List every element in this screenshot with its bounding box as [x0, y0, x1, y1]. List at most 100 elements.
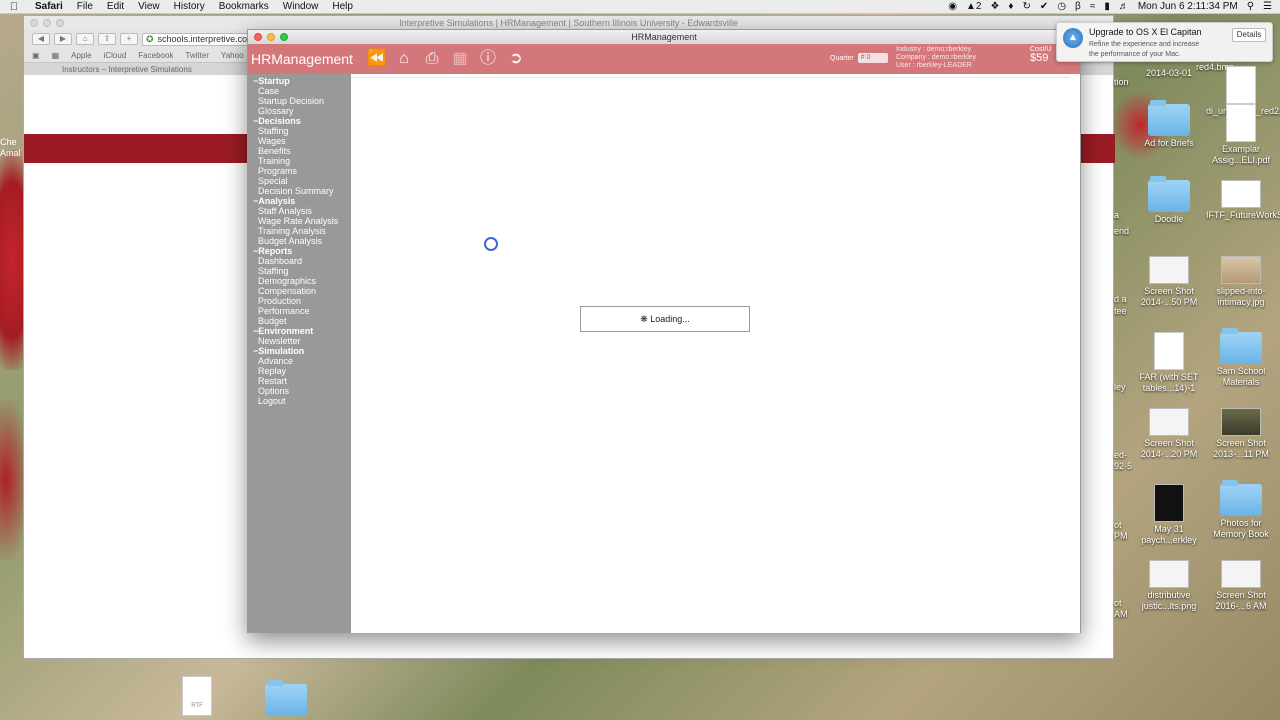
print-icon[interactable]: ⎙	[423, 50, 441, 68]
menu-window[interactable]: Window	[276, 1, 326, 12]
sidebar-group[interactable]: −Reports	[248, 246, 351, 256]
sidebar-group[interactable]: −Startup	[248, 76, 351, 86]
reading-list-icon[interactable]: ▣	[32, 51, 40, 60]
sidebar-item[interactable]: Advance	[248, 356, 351, 366]
fav-facebook[interactable]: Facebook	[138, 51, 173, 60]
rewind-icon[interactable]: ⏪	[367, 50, 387, 68]
desktop-icon[interactable]: Screen Shot 2016-...6 AM	[1206, 560, 1276, 612]
forward-icon[interactable]: ▶	[54, 33, 72, 45]
record-icon[interactable]: ◉	[948, 1, 957, 12]
check-icon[interactable]: ✔	[1040, 1, 1048, 12]
evernote-icon[interactable]: ♦	[1008, 1, 1013, 12]
sidebar-item[interactable]: Programs	[248, 166, 351, 176]
desktop-folder-bottom[interactable]	[251, 680, 321, 716]
fav-yahoo[interactable]: Yahoo	[221, 51, 244, 60]
close-icon[interactable]	[254, 33, 262, 41]
desktop-icon[interactable]: May 31 paych...erkley	[1134, 484, 1204, 546]
zoom-icon[interactable]	[280, 33, 288, 41]
new-tab-icon[interactable]: +	[120, 33, 138, 45]
zoom-icon[interactable]	[56, 19, 64, 27]
desktop-icon[interactable]: FAR (with SET tables...14)-1	[1134, 332, 1204, 394]
sidebar-group[interactable]: −Decisions	[248, 116, 351, 126]
top-sites-icon[interactable]: ▦	[52, 51, 60, 60]
sidebar-item[interactable]: Restart	[248, 376, 351, 386]
spotlight-icon[interactable]: ⚲	[1247, 1, 1254, 12]
desktop-icon[interactable]: Examplar Assig...ELI.pdf	[1206, 104, 1276, 166]
sidebar-item[interactable]: Options	[248, 386, 351, 396]
desktop-icon[interactable]: 2014-03-01	[1134, 66, 1204, 79]
details-button[interactable]: Details	[1232, 28, 1266, 42]
share-icon[interactable]: ⇧	[98, 33, 116, 45]
fav-twitter[interactable]: Twitter	[185, 51, 209, 60]
sidebar-item[interactable]: Logout	[248, 396, 351, 406]
desktop-icon[interactable]: Ad for Briefs	[1134, 100, 1204, 149]
battery-icon[interactable]: ▮	[1104, 1, 1110, 12]
bluetooth-icon[interactable]: β	[1075, 1, 1081, 12]
desktop-icon[interactable]: IFTF_FutureWorkSki...01.gif	[1206, 180, 1280, 221]
adobe-icon[interactable]: ▲2	[966, 1, 981, 12]
sidebar-group[interactable]: −Analysis	[248, 196, 351, 206]
desktop-icon[interactable]: distributive justic...lts.png	[1134, 560, 1204, 612]
help-icon[interactable]: ⓘ	[479, 50, 497, 68]
menu-history[interactable]: History	[167, 1, 212, 12]
sidebar-item[interactable]: Startup Decision	[248, 96, 351, 106]
sidebar-item[interactable]: Dashboard	[248, 256, 351, 266]
home-icon[interactable]: ⌂	[395, 50, 413, 68]
time-machine-icon[interactable]: ◷	[1057, 1, 1066, 12]
desktop-icon[interactable]: Screen Shot 2014-...50 PM	[1134, 256, 1204, 308]
desktop-icon[interactable]: Sam School Materials	[1206, 328, 1276, 388]
apple-icon[interactable]: 	[0, 1, 28, 13]
close-icon[interactable]	[30, 19, 38, 27]
desktop-rtf-file[interactable]: RTF	[162, 676, 232, 716]
sidebar-item[interactable]: Decision Summary	[248, 186, 351, 196]
sidebar-item[interactable]: Special	[248, 176, 351, 186]
fav-icloud[interactable]: iCloud	[104, 51, 127, 60]
minimize-icon[interactable]	[43, 19, 51, 27]
menu-help[interactable]: Help	[325, 1, 360, 12]
desktop-icon[interactable]: Screen Shot 2014-...20 PM	[1134, 408, 1204, 460]
menu-view[interactable]: View	[131, 1, 167, 12]
spreadsheet-icon[interactable]: ▦	[451, 50, 469, 68]
sidebar-item[interactable]: Staffing	[248, 126, 351, 136]
sidebar-item[interactable]: Budget Analysis	[248, 236, 351, 246]
exit-icon[interactable]: ➲	[507, 50, 525, 68]
dropbox-icon[interactable]: ❖	[990, 1, 999, 12]
sidebar-item[interactable]: Case	[248, 86, 351, 96]
menu-file[interactable]: File	[70, 1, 100, 12]
fav-apple[interactable]: Apple	[71, 51, 91, 60]
sidebar-item[interactable]: Budget	[248, 316, 351, 326]
sidebar-item[interactable]: Benefits	[248, 146, 351, 156]
sidebar-item[interactable]: Training	[248, 156, 351, 166]
sidebar-item[interactable]: Performance	[248, 306, 351, 316]
sidebar-item[interactable]: Production	[248, 296, 351, 306]
sidebar-item[interactable]: Replay	[248, 366, 351, 376]
url-field[interactable]: ✪ schools.interpretive.com	[142, 32, 250, 46]
menu-app[interactable]: Safari	[28, 1, 70, 12]
menu-clock[interactable]: Mon Jun 6 2:11:34 PM	[1138, 1, 1238, 12]
menu-bookmarks[interactable]: Bookmarks	[212, 1, 276, 12]
back-icon[interactable]: ◀	[32, 33, 50, 45]
sync-icon[interactable]: ↻	[1023, 1, 1031, 12]
notification-center-icon[interactable]: ☰	[1263, 1, 1272, 12]
sidebar-group[interactable]: −Simulation	[248, 346, 351, 356]
upgrade-notification[interactable]: ▲ Upgrade to OS X El Capitan Refine the …	[1056, 22, 1273, 62]
volume-icon[interactable]: ♬	[1119, 1, 1129, 12]
sidebar-item[interactable]: Training Analysis	[248, 226, 351, 236]
desktop-icon[interactable]: Doodle	[1134, 176, 1204, 225]
sidebar-item[interactable]: Wages	[248, 136, 351, 146]
wifi-icon[interactable]: ≈	[1090, 1, 1096, 12]
minimize-icon[interactable]	[267, 33, 275, 41]
sidebar-item[interactable]: Newsletter	[248, 336, 351, 346]
quarter-select[interactable]: # 0	[857, 53, 888, 63]
tab-instructors[interactable]: Instructors – Interpretive Simulations	[62, 65, 192, 74]
desktop-icon[interactable]: Photos for Memory Book	[1206, 480, 1276, 540]
desktop-icon[interactable]: slipped-into-intimacy.jpg	[1206, 256, 1276, 308]
sidebar-item[interactable]: Staffing	[248, 266, 351, 276]
sidebar-item[interactable]: Demographics	[248, 276, 351, 286]
desktop-icon[interactable]: Screen Shot 2013-...11 PM	[1206, 408, 1276, 460]
sidebar-group[interactable]: −Environment	[248, 326, 351, 336]
sidebar-item[interactable]: Staff Analysis	[248, 206, 351, 216]
sidebar-item[interactable]: Compensation	[248, 286, 351, 296]
home-icon[interactable]: ⌂	[76, 33, 94, 45]
sidebar-item[interactable]: Glossary	[248, 106, 351, 116]
